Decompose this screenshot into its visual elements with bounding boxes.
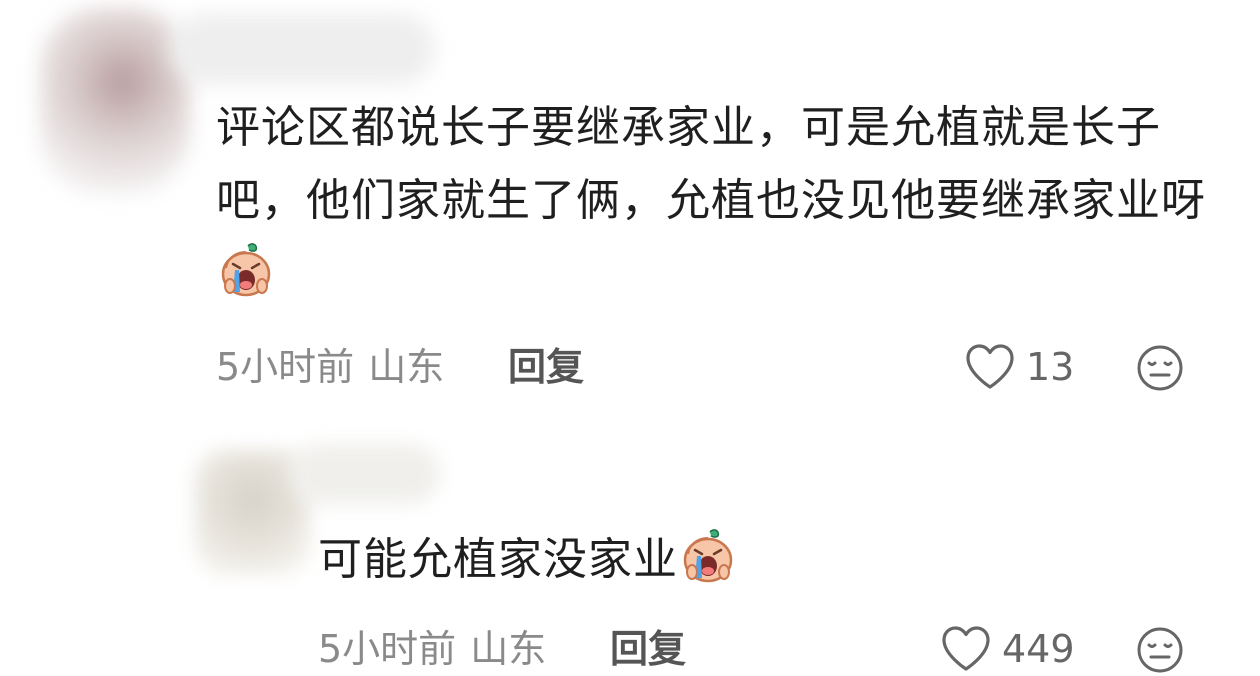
heart-outline-icon (942, 626, 990, 671)
avatar[interactable] (40, 8, 190, 193)
comment-body: 可能允植家没家业 (318, 523, 1018, 596)
reply-button[interactable]: 回复 (508, 342, 584, 392)
comment-location: 山东 (368, 345, 445, 389)
username[interactable] (290, 444, 440, 504)
heart-outline-icon (966, 344, 1014, 389)
username[interactable] (170, 14, 435, 84)
like-count: 449 (1002, 627, 1075, 671)
like-count: 13 (1026, 345, 1075, 389)
comment-text: 可能允植家没家业 (318, 534, 678, 585)
comment-time: 5小时前 (216, 345, 355, 389)
reply-button[interactable]: 回复 (610, 624, 686, 674)
crying-peach-emoji-icon (221, 243, 271, 297)
comment-time: 5小时前 (318, 627, 457, 671)
meh-face-icon[interactable] (1136, 626, 1184, 674)
crying-peach-emoji-icon (683, 529, 733, 583)
meh-face-icon[interactable] (1136, 344, 1184, 392)
like-button[interactable]: 449 (940, 624, 1075, 674)
like-button[interactable]: 13 (964, 342, 1074, 392)
comment-thread: 评论区都说长子要继承家业，可是允植就是长子吧，他们家就生了俩，允植也没见他要继承… (0, 0, 1260, 676)
comment-text: 评论区都说长子要继承家业，可是允植就是长子吧，他们家就生了俩，允植也没见他要继承… (216, 102, 1206, 226)
comment-body: 评论区都说长子要继承家业，可是允植就是长子吧，他们家就生了俩，允植也没见他要继承… (216, 91, 1206, 310)
comment-location: 山东 (470, 627, 547, 671)
comment-meta: 5小时前 山东 (216, 342, 444, 392)
comment-meta: 5小时前 山东 (318, 624, 546, 674)
